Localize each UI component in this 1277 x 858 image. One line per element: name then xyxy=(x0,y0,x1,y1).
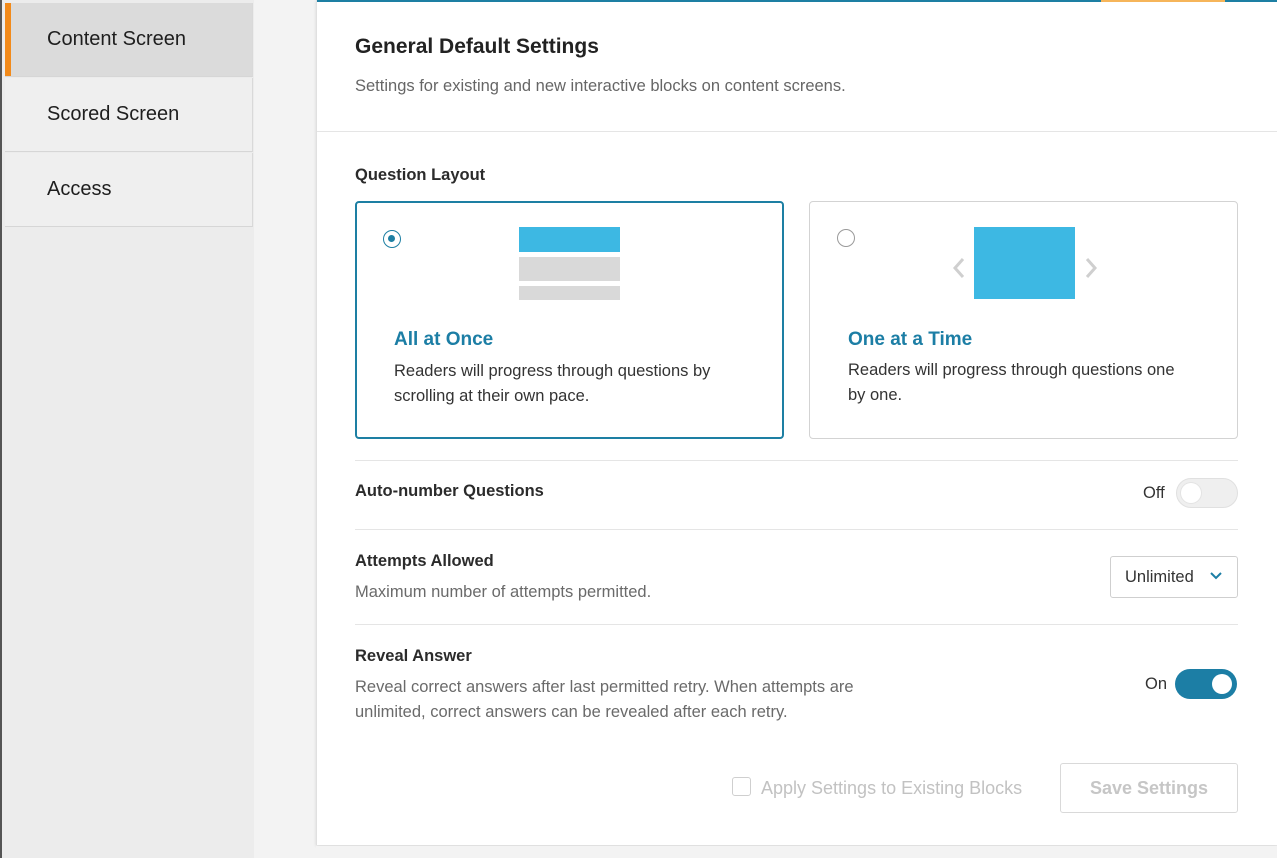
option-title: All at Once xyxy=(394,329,494,350)
save-settings-button[interactable]: Save Settings xyxy=(1060,763,1238,813)
sidebar-item-access[interactable]: Access xyxy=(5,153,253,227)
sidebar-item-content-screen[interactable]: Content Screen xyxy=(5,3,253,77)
toggle-knob xyxy=(1212,674,1232,694)
layout-option-one-at-a-time[interactable]: One at a Time Readers will progress thro… xyxy=(809,201,1238,439)
option-description: Readers will progress through questions … xyxy=(848,358,1198,408)
page-title: General Default Settings xyxy=(355,35,599,58)
auto-number-label: Auto-number Questions xyxy=(355,482,544,500)
attempts-select[interactable]: Unlimited xyxy=(1110,556,1238,598)
description-line: unlimited, correct answers can be reveal… xyxy=(355,703,788,721)
reveal-answer-label: Reveal Answer xyxy=(355,647,472,665)
header-divider xyxy=(317,131,1277,132)
attempts-description: Maximum number of attempts permitted. xyxy=(355,583,652,601)
option-description-line: scrolling at their own pace. xyxy=(394,387,590,405)
option-description-line: Readers will progress through questions … xyxy=(394,362,711,380)
stacked-layout-icon xyxy=(519,227,620,300)
section-divider xyxy=(355,624,1238,625)
section-divider xyxy=(355,460,1238,461)
active-indicator xyxy=(5,3,11,76)
settings-panel: General Default Settings Settings for ex… xyxy=(316,0,1277,845)
page-subtitle: Settings for existing and new interactiv… xyxy=(355,77,846,95)
radio-one-at-a-time[interactable] xyxy=(837,229,855,247)
auto-number-state: Off xyxy=(1143,484,1165,502)
sidebar-item-label: Content Screen xyxy=(47,28,186,50)
auto-number-toggle[interactable] xyxy=(1176,478,1238,508)
option-title: One at a Time xyxy=(848,329,973,350)
panel-top-accent xyxy=(1101,0,1225,2)
reveal-answer-description: Reveal correct answers after last permit… xyxy=(355,675,955,725)
sidebar-item-label: Scored Screen xyxy=(47,103,180,125)
carousel-layout-icon xyxy=(952,227,1098,299)
apply-existing-checkbox[interactable] xyxy=(732,777,751,796)
page-bottom-background xyxy=(316,846,1277,858)
question-layout-label: Question Layout xyxy=(355,166,486,184)
attempts-label: Attempts Allowed xyxy=(355,552,494,570)
attempts-select-value: Unlimited xyxy=(1125,567,1194,586)
sidebar-item-scored-screen[interactable]: Scored Screen xyxy=(5,78,253,152)
layout-option-all-at-once[interactable]: All at Once Readers will progress throug… xyxy=(355,201,784,439)
sidebar: Content Screen Scored Screen Access xyxy=(2,0,254,858)
reveal-answer-toggle[interactable] xyxy=(1175,669,1237,699)
sidebar-item-label: Access xyxy=(47,178,112,200)
option-description-line: by one. xyxy=(848,386,903,404)
radio-all-at-once[interactable] xyxy=(383,230,401,248)
chevron-down-icon xyxy=(1210,572,1222,580)
reveal-answer-state: On xyxy=(1145,675,1168,693)
option-description: Readers will progress through questions … xyxy=(394,359,744,409)
option-description-line: Readers will progress through questions … xyxy=(848,361,1175,379)
toggle-knob xyxy=(1181,483,1201,503)
description-line: Reveal correct answers after last permit… xyxy=(355,678,854,696)
apply-existing-label: Apply Settings to Existing Blocks xyxy=(761,778,1023,798)
section-divider xyxy=(355,529,1238,530)
